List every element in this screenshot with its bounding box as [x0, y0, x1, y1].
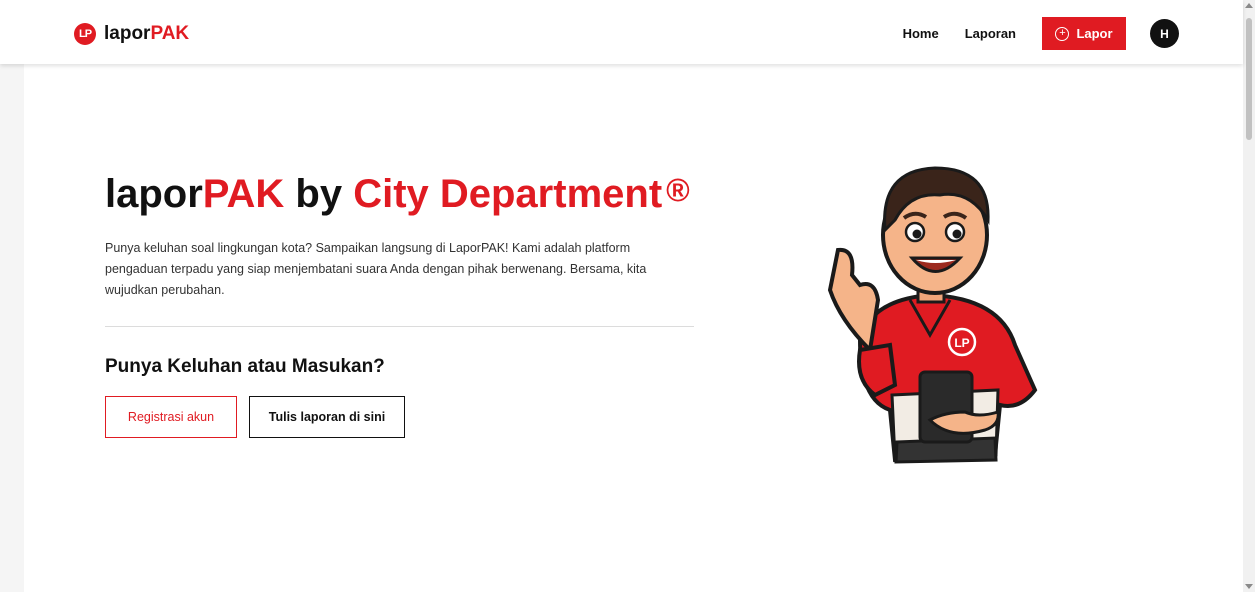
hero-title-lapor: lapor	[105, 172, 203, 216]
navbar: LP laporPAK Home Laporan + Lapor H	[0, 0, 1243, 64]
nav-home-link[interactable]: Home	[903, 26, 939, 41]
hero-title: laporPAK by City Department ®	[105, 172, 690, 217]
left-gutter	[0, 0, 24, 592]
divider	[105, 326, 694, 327]
lapor-button-label: Lapor	[1076, 26, 1113, 41]
hero-description: Punya keluhan soal lingkungan kota? Samp…	[105, 241, 647, 297]
nav-links: Home Laporan + Lapor H	[903, 17, 1179, 50]
brand-name: laporPAK	[104, 23, 189, 45]
brand-name-accent: PAK	[150, 23, 190, 44]
hero-title-by: by	[284, 172, 354, 216]
brand-logo-icon: LP	[74, 23, 96, 45]
registered-mark: ®	[666, 172, 690, 208]
scroll-thumb[interactable]	[1246, 18, 1252, 140]
register-button[interactable]: Registrasi akun	[105, 396, 237, 438]
mascot-illustration: LP	[827, 166, 1038, 464]
hero-title-city: City Department	[353, 172, 663, 216]
hero-title-pak: PAK	[202, 172, 285, 216]
brand-name-plain: lapor	[104, 23, 151, 44]
cta-title: Punya Keluhan atau Masukan?	[105, 356, 385, 377]
scroll-down-arrow-icon[interactable]	[1245, 584, 1253, 589]
user-avatar[interactable]: H	[1150, 19, 1179, 48]
brand[interactable]: LP laporPAK	[74, 22, 189, 46]
scroll-up-arrow-icon[interactable]	[1245, 3, 1253, 8]
lapor-button[interactable]: + Lapor	[1042, 17, 1126, 50]
write-report-button[interactable]: Tulis laporan di sini	[249, 396, 405, 438]
mascot-badge-text: LP	[954, 336, 969, 350]
plus-circle-icon: +	[1055, 26, 1070, 41]
nav-laporan-link[interactable]: Laporan	[965, 26, 1016, 41]
vertical-scrollbar[interactable]	[1243, 0, 1255, 592]
